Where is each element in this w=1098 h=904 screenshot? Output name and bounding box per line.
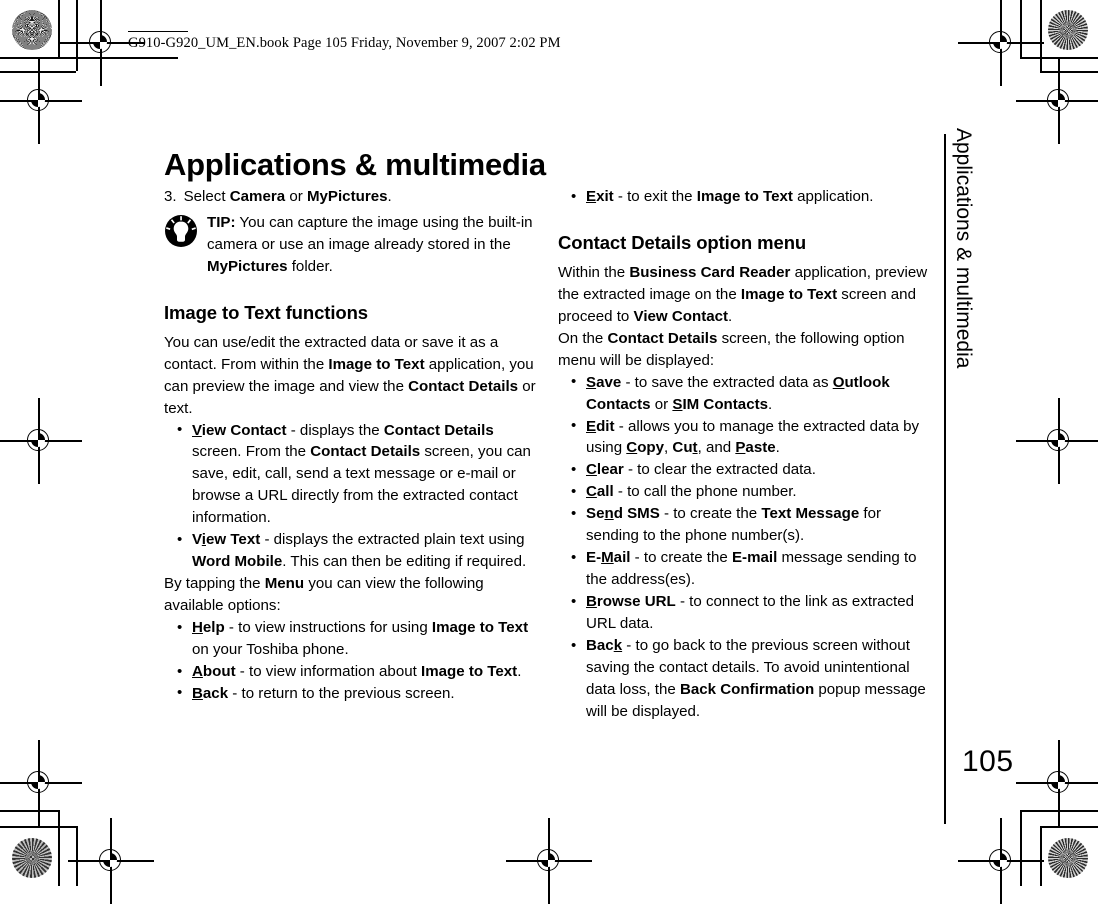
bullet-list-contact-details-options: Save - to save the extracted data as Out… — [558, 371, 932, 723]
list-item-about: About - to view information about Image … — [175, 661, 538, 683]
trim-line — [58, 810, 60, 886]
intro-paragraph: You can use/edit the extracted data or s… — [164, 333, 536, 417]
trim-line — [1040, 826, 1042, 886]
intro-paragraph-2: On the Contact Details screen, the follo… — [558, 329, 905, 369]
list-item-send-sms: Send SMS - to create the Text Message fo… — [569, 503, 932, 547]
trim-line — [76, 0, 78, 71]
lightbulb-icon — [164, 214, 198, 248]
tip-callout: TIP: You can capture the image using the… — [164, 212, 538, 278]
trim-line — [0, 71, 76, 73]
list-item-edit: Edit - allows you to manage the extracte… — [569, 415, 932, 460]
color-rosette-icon — [1048, 10, 1088, 50]
color-rosette-icon — [1048, 838, 1088, 878]
registration-crosshair-icon — [1016, 398, 1098, 484]
page-title: Applications & multimedia — [164, 146, 546, 182]
tip-body: You can capture the image using the buil… — [207, 213, 533, 275]
registration-crosshair-icon — [58, 0, 144, 86]
registration-crosshair-icon — [0, 398, 82, 484]
bullet-list-view-options: View Contact - displays the Contact Deta… — [164, 419, 538, 574]
trim-line — [58, 0, 60, 57]
registration-crosshair-icon — [958, 0, 1044, 86]
tip-label: TIP: — [207, 213, 236, 231]
bullet-list-menu-options-continued: Exit - to exit the Image to Text applica… — [558, 186, 932, 208]
trim-line — [76, 826, 78, 886]
trim-line — [1040, 0, 1042, 71]
list-item-call: Call - to call the phone number. — [569, 481, 932, 503]
edge-tab-rule — [944, 134, 947, 824]
list-item-help: Help - to view instructions for using Im… — [175, 617, 538, 661]
list-item-view-contact: View Contact - displays the Contact Deta… — [175, 419, 538, 530]
trim-line — [1040, 71, 1098, 73]
trim-line — [0, 826, 76, 828]
registration-crosshair-icon — [958, 818, 1044, 904]
list-item-e-mail: E-Mail - to create the E-mail message se… — [569, 547, 932, 591]
trim-line — [0, 810, 58, 812]
registration-crosshair-icon — [68, 818, 154, 904]
registration-crosshair-icon — [0, 740, 82, 826]
step-number: 3. — [164, 188, 177, 205]
right-column: Exit - to exit the Image to Text applica… — [558, 186, 932, 723]
left-column: 3. Select Camera or MyPictures. TIP: You… — [164, 186, 538, 705]
list-item-exit: Exit - to exit the Image to Text applica… — [569, 186, 932, 208]
intro-paragraph: Within the Business Card Reader applicat… — [558, 263, 928, 325]
tip-text: TIP: You can capture the image using the… — [207, 212, 538, 278]
book-file-header: G910-G920_UM_EN.book Page 105 Friday, No… — [128, 35, 561, 51]
registration-crosshair-icon — [1016, 58, 1098, 144]
section-heading-image-to-text-functions: Image to Text functions — [164, 301, 368, 323]
trim-line — [1020, 810, 1098, 812]
trim-line — [1040, 826, 1098, 828]
list-item-view-text: View Text - displays the extracted plain… — [175, 529, 538, 573]
bullet-list-menu-options: Help - to view instructions for using Im… — [164, 617, 538, 705]
list-item-back: Back - to return to the previous screen. — [175, 682, 538, 705]
section-heading-contact-details-option-menu: Contact Details option menu — [558, 231, 807, 253]
header-rule — [128, 31, 188, 33]
trim-line — [1020, 0, 1022, 57]
list-item-save: Save - to save the extracted data as Out… — [569, 371, 932, 416]
menu-intro-paragraph: By tapping the Menu you can view the fol… — [164, 575, 484, 615]
list-item-browse-url: Browse URL - to connect to the link as e… — [569, 591, 932, 635]
trim-line — [0, 57, 178, 59]
trim-line — [1020, 57, 1098, 59]
page-number: 105 — [962, 745, 1014, 778]
trim-line — [1020, 810, 1022, 886]
registration-crosshair-icon — [506, 818, 592, 904]
color-rosette-icon — [12, 838, 52, 878]
edge-tab-label: Applications & multimedia — [952, 128, 975, 369]
color-rosette-icon — [12, 10, 52, 50]
registration-crosshair-icon — [0, 58, 82, 144]
list-item-back: Back - to go back to the previous screen… — [569, 635, 932, 723]
numbered-step: 3. Select Camera or MyPictures. — [164, 186, 538, 208]
registration-crosshair-icon — [1016, 740, 1098, 826]
step-text: Select Camera or MyPictures. — [183, 188, 392, 205]
list-item-clear: Clear - to clear the extracted data. — [569, 459, 932, 481]
